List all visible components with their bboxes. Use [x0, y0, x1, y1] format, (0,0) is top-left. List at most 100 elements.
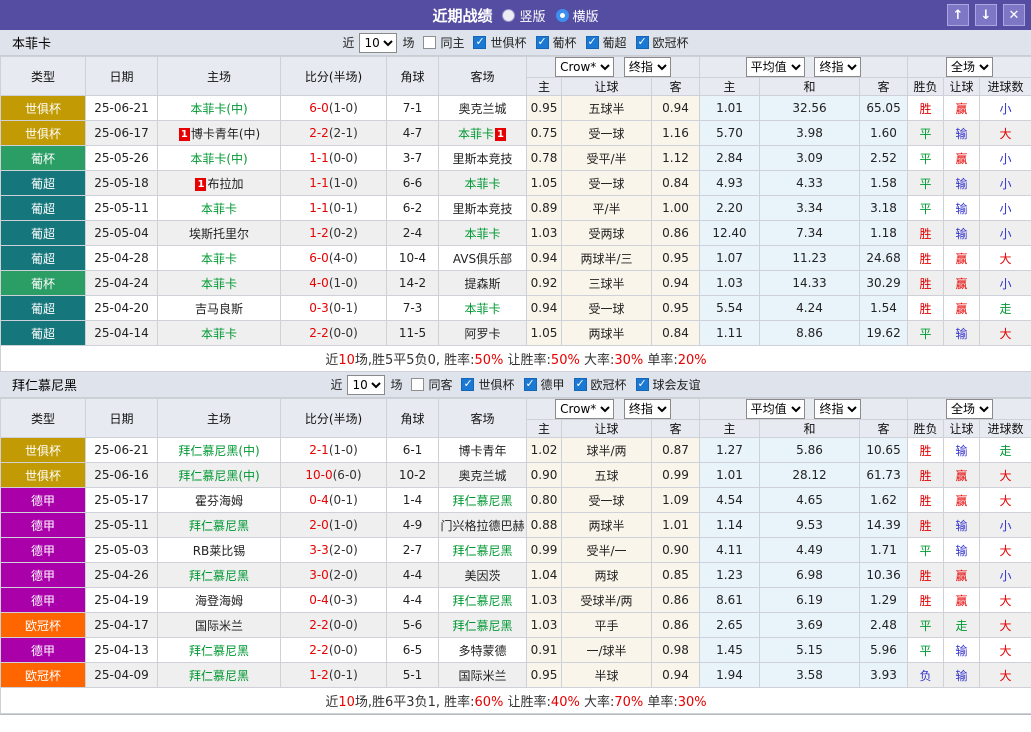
home-team-cell: 1 博卡青年(中)	[157, 120, 281, 146]
score-cell: 3-0(2-0)	[280, 562, 387, 588]
competition-badge: 葡超	[0, 220, 86, 246]
close-button[interactable]: ✕	[1003, 4, 1025, 26]
result-handicap: 输	[943, 220, 981, 246]
half-score: (2-0)	[328, 543, 358, 557]
odds-company-select[interactable]: Crow*	[555, 399, 615, 419]
result-handicap: 赢	[943, 145, 981, 171]
league-checkbox[interactable]	[635, 377, 649, 391]
match-row: 葡超 25-05-04 埃斯托里尔 1-2(0-2) 2-4 本菲卡 1.03 受两球 0.86…	[0, 220, 1031, 246]
home-team-name: 拜仁慕尼黑	[188, 643, 249, 658]
result-winloss: 平	[907, 637, 945, 663]
euro-time-select[interactable]: 终指	[814, 57, 862, 77]
radio-icon[interactable]	[555, 8, 569, 22]
odds-company-select[interactable]: Crow*	[555, 57, 615, 77]
period-select[interactable]: 全场	[946, 399, 994, 419]
home-team-cell: 拜仁慕尼黑	[157, 662, 281, 688]
euro-odds-value: 5.70	[699, 120, 761, 146]
corner-score: 6-2	[386, 195, 439, 221]
result-winloss: 胜	[907, 437, 945, 463]
score-cell: 2-0(1-0)	[280, 512, 387, 538]
league-checkbox[interactable]	[473, 35, 487, 49]
competition-label: 世俱杯	[24, 468, 61, 483]
same-venue-checkbox[interactable]	[423, 36, 437, 49]
col-handicap-away: 客	[650, 77, 701, 96]
euro-time-select[interactable]: 终指	[814, 399, 862, 419]
handicap-odds-value: 0.85	[650, 562, 701, 588]
score-cell: 1-2(0-1)	[280, 662, 387, 688]
same-venue-label: 同主	[440, 36, 465, 50]
match-date: 25-06-17	[85, 120, 158, 146]
odds-time-select[interactable]: 终指	[623, 399, 671, 419]
handicap-odds-value: 受平/半	[561, 145, 652, 171]
league-checkbox[interactable]	[585, 35, 599, 49]
match-count-select[interactable]: 10	[359, 32, 398, 53]
competition-label: 葡超	[30, 251, 55, 266]
match-row: 葡超 25-04-28 本菲卡 6-0(4-0) 10-4 AVS俱乐部 0.94 两球半/三…	[0, 245, 1031, 271]
result-goals: 小	[979, 145, 1031, 171]
league-checkbox[interactable]	[573, 377, 587, 391]
period-select[interactable]: 全场	[946, 57, 994, 77]
result-goals: 走	[979, 437, 1031, 463]
move-up-button[interactable]: ↑	[947, 4, 969, 26]
home-team-cell: 本菲卡	[157, 245, 281, 271]
match-count-select[interactable]: 10	[347, 374, 386, 395]
away-team-cell: 本菲卡	[438, 295, 527, 321]
home-team-name: 本菲卡	[200, 276, 237, 291]
result-handicap: 赢	[943, 587, 981, 613]
match-date: 25-04-14	[85, 320, 158, 346]
euro-avg-select[interactable]: 平均值	[745, 57, 805, 77]
home-team-name: 本菲卡	[200, 251, 237, 266]
half-score: (1-0)	[328, 276, 358, 290]
home-team-cell: 本菲卡(中)	[157, 145, 281, 171]
radio-icon[interactable]	[502, 8, 516, 22]
summary-text: 50%	[550, 353, 580, 368]
home-team-cell: 拜仁慕尼黑	[157, 637, 281, 663]
match-row: 欧冠杯 25-04-17 国际米兰 2-2(0-0) 5-6 拜仁慕尼黑 1.03 平手 0.8…	[0, 612, 1031, 638]
titlebar-buttons: ↑ ↓ ✕	[947, 4, 1025, 26]
away-team-cell: 本菲卡	[438, 170, 527, 196]
handicap-odds-value: 两球半/三	[561, 245, 652, 271]
euro-odds-value: 4.24	[759, 295, 861, 321]
col-home: 主场	[157, 56, 281, 96]
euro-avg-select[interactable]: 平均值	[745, 399, 805, 419]
half-score: (0-0)	[328, 618, 358, 632]
competition-badge: 欧冠杯	[0, 662, 86, 688]
handicap-odds-value: 1.12	[650, 145, 701, 171]
col-euro-draw: 和	[759, 77, 861, 96]
half-score: (0-1)	[328, 493, 358, 507]
full-score: 0-3	[309, 301, 329, 315]
radio-horizontal-layout[interactable]: 横版	[555, 6, 599, 25]
score-cell: 0-4(0-3)	[280, 587, 387, 613]
result-winloss: 平	[907, 537, 945, 563]
league-checkbox[interactable]	[535, 35, 549, 49]
same-venue-checkbox[interactable]	[411, 378, 425, 391]
col-handicap-home: 主	[526, 77, 562, 96]
handicap-odds-value: 0.94	[526, 295, 562, 321]
euro-odds-value: 4.11	[699, 537, 761, 563]
away-team-cell: 里斯本竞技	[438, 195, 527, 221]
col-euro-away: 客	[859, 419, 909, 438]
home-team-name: 拜仁慕尼黑	[188, 518, 249, 533]
competition-badge: 欧冠杯	[0, 612, 86, 638]
handicap-odds-value: 五球半	[561, 95, 652, 121]
move-down-button[interactable]: ↓	[975, 4, 997, 26]
league-checkbox[interactable]	[461, 377, 475, 391]
away-team-name: 里斯本竞技	[452, 151, 513, 166]
odds-time-select[interactable]: 终指	[623, 57, 671, 77]
score-cell: 2-2(0-0)	[280, 612, 387, 638]
euro-odds-value: 8.86	[759, 320, 861, 346]
radio-vertical-layout[interactable]: 竖版	[502, 6, 546, 25]
league-checkbox[interactable]	[523, 377, 537, 391]
full-score: 6-0	[309, 101, 329, 115]
handicap-odds-value: 1.05	[526, 320, 562, 346]
competition-label: 世俱杯	[24, 126, 61, 141]
match-date: 25-05-26	[85, 145, 158, 171]
handicap-odds-value: 0.94	[526, 245, 562, 271]
euro-odds-value: 1.54	[859, 295, 909, 321]
col-date: 日期	[85, 398, 158, 438]
league-checkbox[interactable]	[635, 35, 649, 49]
euro-odds-value: 6.98	[759, 562, 861, 588]
home-team-name: 国际米兰	[194, 618, 243, 633]
match-date: 25-06-21	[85, 437, 158, 463]
euro-odds-value: 3.98	[759, 120, 861, 146]
